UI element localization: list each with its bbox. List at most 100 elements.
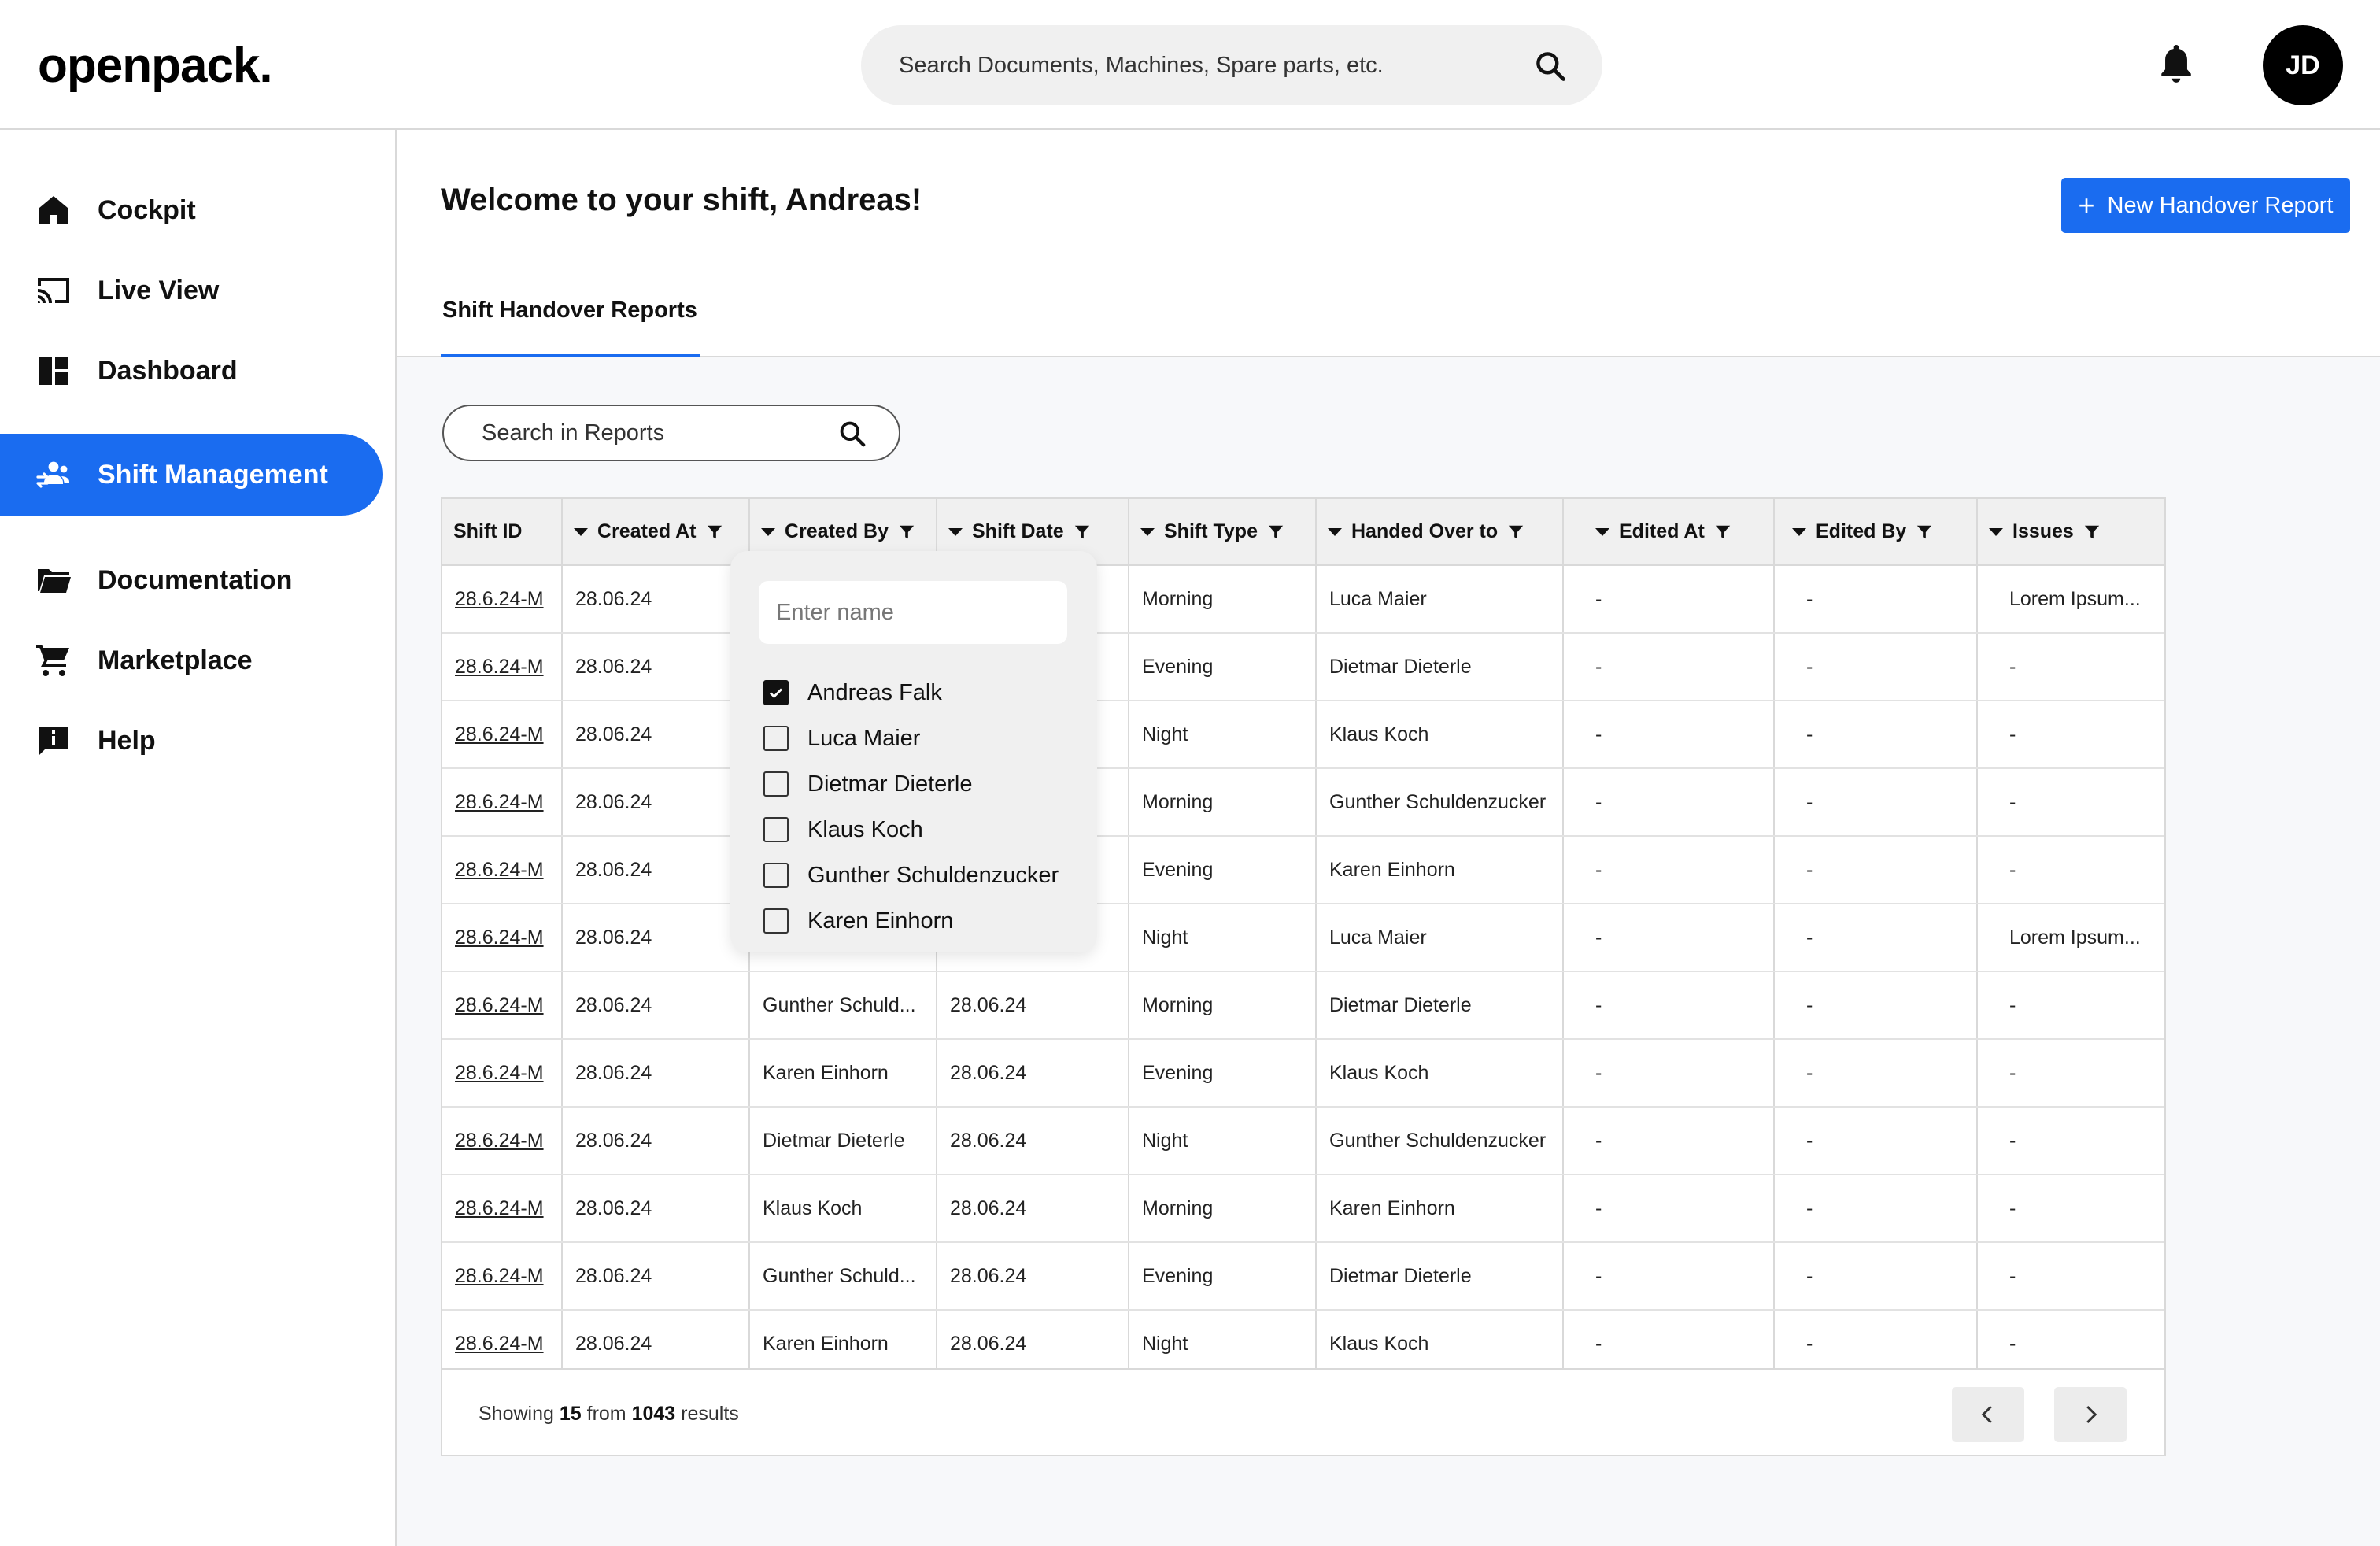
table-row[interactable]: 28.6.24-M 28.06.24 Morning Luca Maier - - Lore… xyxy=(442,565,2164,634)
new-handover-report-button[interactable]: + New Handover Report xyxy=(2061,178,2350,233)
sidebar-item-marketplace[interactable]: Marketplace xyxy=(0,620,382,701)
filter-option-checkbox[interactable] xyxy=(763,771,789,797)
filter-option-checkbox[interactable] xyxy=(763,726,789,751)
sort-caret-icon[interactable] xyxy=(574,527,588,536)
filter-option[interactable]: Klaus Koch xyxy=(763,814,923,845)
table-row[interactable]: 28.6.24-M 28.06.24 Klaus Koch 28.06.24 Morni… xyxy=(442,1174,2164,1243)
search-icon[interactable] xyxy=(1533,49,1568,83)
table-row[interactable]: 28.6.24-M 28.06.24 Dietmar Dieterle 28.06.2… xyxy=(442,1107,2164,1175)
table-cell: Night xyxy=(1129,904,1317,972)
notification-bell-icon[interactable] xyxy=(2156,41,2196,88)
table-cell: - xyxy=(1977,701,2164,769)
filter-icon[interactable] xyxy=(898,523,915,542)
table-row[interactable]: 28.6.24-M 28.06.24 Evening Dietmar Dieterle… xyxy=(442,633,2164,701)
filter-icon[interactable] xyxy=(1714,523,1731,542)
shift-id-link[interactable]: 28.6.24-M xyxy=(442,1039,563,1108)
column-header-shift-type[interactable]: Shift Type xyxy=(1129,499,1317,566)
filter-name-input[interactable] xyxy=(759,581,1067,644)
table-cell: 28.06.24 xyxy=(562,565,750,634)
sidebar-item-help[interactable]: Help xyxy=(0,700,382,782)
table-cell: - xyxy=(1977,1242,2164,1311)
results-suffix: results xyxy=(681,1403,739,1425)
sidebar-item-documentation[interactable]: Documentation xyxy=(0,539,382,621)
filter-option[interactable]: Karen Einhorn xyxy=(763,905,953,937)
shift-id-link[interactable]: 28.6.24-M xyxy=(442,1242,563,1311)
sort-caret-icon[interactable] xyxy=(761,527,775,536)
filter-option[interactable]: Dietmar Dieterle xyxy=(763,768,973,800)
report-search-input[interactable] xyxy=(482,406,812,460)
table-cell: - xyxy=(1977,971,2164,1040)
filter-icon[interactable] xyxy=(2083,523,2101,542)
shift-id-link[interactable]: 28.6.24-M xyxy=(442,633,563,701)
sidebar-item-live-view[interactable]: Live View xyxy=(0,250,382,331)
filter-option-checkbox[interactable] xyxy=(763,817,789,842)
table-cell: Karen Einhorn xyxy=(1316,1174,1564,1243)
next-page-button[interactable] xyxy=(2054,1387,2127,1442)
column-header-label: Issues xyxy=(2012,520,2074,542)
filter-icon[interactable] xyxy=(706,523,723,542)
filter-option[interactable]: Luca Maier xyxy=(763,723,920,754)
sidebar-item-dashboard[interactable]: Dashboard xyxy=(0,330,382,412)
filter-option-checkbox[interactable] xyxy=(763,908,789,934)
filter-icon[interactable] xyxy=(1507,523,1524,542)
previous-page-button[interactable] xyxy=(1952,1387,2024,1442)
table-cell: Klaus Koch xyxy=(749,1174,937,1243)
table-cell: 28.06.24 xyxy=(937,1107,1129,1175)
sidebar-item-cockpit[interactable]: Cockpit xyxy=(0,169,382,251)
report-search[interactable] xyxy=(442,405,900,461)
column-header-created-at[interactable]: Created At xyxy=(562,499,750,566)
table-cell: Luca Maier xyxy=(1316,565,1564,634)
shift-id-link[interactable]: 28.6.24-M xyxy=(442,904,563,972)
filter-option-checkbox[interactable] xyxy=(763,863,789,888)
sidebar-item-shift-management[interactable]: Shift Management xyxy=(0,434,382,516)
filter-option-checkbox[interactable] xyxy=(763,680,789,705)
table-body: 28.6.24-M 28.06.24 Morning Luca Maier - - Lore… xyxy=(442,565,2164,1378)
table-row[interactable]: 28.6.24-M 28.06.24 Karen Einhorn 28.06.24 Ev… xyxy=(442,1039,2164,1108)
sidebar-item-label: Marketplace xyxy=(98,645,253,675)
table-row[interactable]: 28.6.24-M 28.06.24 Gunther Schuld... 28.06.… xyxy=(442,1242,2164,1311)
shift-id-link[interactable]: 28.6.24-M xyxy=(442,565,563,634)
table-row[interactable]: 28.6.24-M 28.06.24 Morning Gunther Schulden… xyxy=(442,768,2164,837)
column-header-edited-by[interactable]: Edited By xyxy=(1774,499,1978,566)
sort-caret-icon[interactable] xyxy=(1989,527,2003,536)
global-search-input[interactable] xyxy=(899,25,1497,105)
column-header-edited-at[interactable]: Edited At xyxy=(1563,499,1775,566)
search-icon[interactable] xyxy=(837,419,867,449)
shift-id-link[interactable]: 28.6.24-M xyxy=(442,836,563,904)
shift-id-link[interactable]: 28.6.24-M xyxy=(442,701,563,769)
table-row[interactable]: 28.6.24-M 28.06.24 Gunther Schuld... 28.06.… xyxy=(442,971,2164,1040)
sort-caret-icon[interactable] xyxy=(948,527,963,536)
avatar[interactable]: JD xyxy=(2263,25,2343,105)
column-header-issues[interactable]: Issues xyxy=(1977,499,2164,566)
shift-id-link[interactable]: 28.6.24-M xyxy=(442,768,563,837)
shift-id-link[interactable]: 28.6.24-M xyxy=(442,971,563,1040)
filter-option[interactable]: Andreas Falk xyxy=(763,677,942,708)
column-header-shift-id[interactable]: Shift ID xyxy=(442,499,563,566)
table-row[interactable]: 28.6.24-M 28.06.24 Night Luca Maier - - Lorem … xyxy=(442,904,2164,972)
filter-icon[interactable] xyxy=(1267,523,1284,542)
filter-option-label: Dietmar Dieterle xyxy=(808,771,973,797)
sort-caret-icon[interactable] xyxy=(1595,527,1609,536)
column-header-handed-over-to[interactable]: Handed Over to xyxy=(1316,499,1564,566)
table-cell: - xyxy=(1774,768,1978,837)
filter-option[interactable]: Gunther Schuldenzucker xyxy=(763,860,1059,891)
top-bar: openpack. JD xyxy=(0,0,2380,130)
filter-option-label: Luca Maier xyxy=(808,725,921,751)
tab-shift-handover-reports[interactable]: Shift Handover Reports xyxy=(442,298,697,324)
filter-icon[interactable] xyxy=(1074,523,1091,542)
table-row[interactable]: 28.6.24-M 28.06.24 Evening Karen Einhorn - - - xyxy=(442,836,2164,904)
sort-caret-icon[interactable] xyxy=(1328,527,1342,536)
logo[interactable]: openpack. xyxy=(38,38,273,94)
shift-id-link[interactable]: 28.6.24-M xyxy=(442,1107,563,1175)
table-cell: - xyxy=(1563,1107,1775,1175)
table-row[interactable]: 28.6.24-M 28.06.24 Night Klaus Koch - - - xyxy=(442,701,2164,769)
sort-caret-icon[interactable] xyxy=(1792,527,1806,536)
table-header-row: Shift ID Created At Created By Shift Dat… xyxy=(442,499,2164,566)
global-search[interactable] xyxy=(861,25,1602,105)
shift-id-link[interactable]: 28.6.24-M xyxy=(442,1174,563,1243)
filter-icon[interactable] xyxy=(1916,523,1933,542)
sidebar-item-label: Help xyxy=(98,725,156,756)
sort-caret-icon[interactable] xyxy=(1140,527,1155,536)
table-cell: - xyxy=(1563,1039,1775,1108)
filter-option-label: Gunther Schuldenzucker xyxy=(808,862,1059,888)
